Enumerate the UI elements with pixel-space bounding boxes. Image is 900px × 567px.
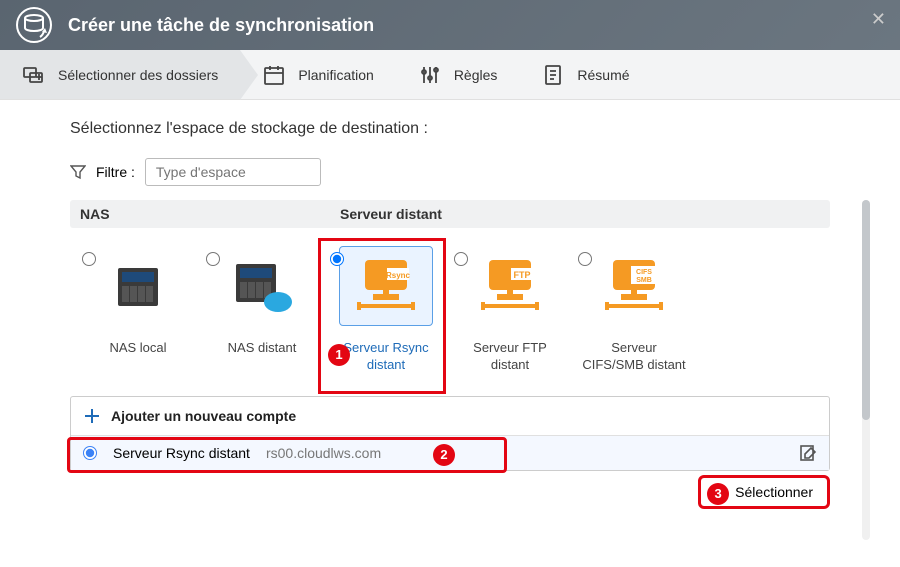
folders-icon xyxy=(22,63,46,87)
vertical-scrollbar[interactable] xyxy=(862,200,870,540)
plus-icon xyxy=(83,407,101,425)
filter-label: Filtre : xyxy=(96,164,135,180)
option-cifs[interactable]: CIFS SMB Serveur CIFS/SMB distant xyxy=(572,246,696,374)
page-subtitle: Sélectionnez l'espace de stockage de des… xyxy=(70,120,830,138)
radio-cifs[interactable] xyxy=(578,252,592,266)
scrollbar-thumb[interactable] xyxy=(862,200,870,420)
option-nas-remote[interactable]: NAS distant xyxy=(200,246,324,374)
sync-app-icon xyxy=(16,7,52,43)
option-nas-local-label: NAS local xyxy=(109,340,166,357)
window-title: Créer une tâche de synchronisation xyxy=(68,15,374,36)
step-rules-label: Règles xyxy=(454,67,498,83)
account-box: Ajouter un nouveau compte Serveur Rsync … xyxy=(70,396,830,471)
account-type: Serveur Rsync distant xyxy=(113,445,250,461)
callout-badge-1: 1 xyxy=(328,344,350,366)
document-icon xyxy=(541,63,565,87)
ftp-server-icon: FTP xyxy=(477,254,543,318)
account-address: rs00.cloudlws.com xyxy=(266,445,381,461)
add-account-button[interactable]: Ajouter un nouveau compte xyxy=(71,397,829,436)
option-nas-local[interactable]: NAS local xyxy=(76,246,200,374)
add-account-label: Ajouter un nouveau compte xyxy=(111,408,296,424)
option-ftp-label: Serveur FTP distant xyxy=(455,340,565,374)
option-nas-remote-label: NAS distant xyxy=(228,340,297,357)
nas-local-icon xyxy=(110,258,166,314)
option-cifs-label: Serveur CIFS/SMB distant xyxy=(579,340,689,374)
step-rules[interactable]: Règles xyxy=(396,50,520,99)
group-nas-label: NAS xyxy=(80,206,340,222)
titlebar: Créer une tâche de synchronisation ✕ xyxy=(0,0,900,50)
svg-text:Rsync: Rsync xyxy=(386,271,411,280)
filter-input[interactable] xyxy=(145,158,321,186)
svg-text:CIFS: CIFS xyxy=(636,269,652,276)
rsync-server-icon: Rsync xyxy=(353,254,419,318)
callout-badge-2: 2 xyxy=(433,444,455,466)
destination-options: NAS local NAS distant R xyxy=(70,228,830,384)
radio-nas-remote[interactable] xyxy=(206,252,220,266)
svg-text:SMB: SMB xyxy=(636,277,652,284)
content-area: Sélectionnez l'espace de stockage de des… xyxy=(0,100,900,491)
callout-badge-3: 3 xyxy=(707,483,729,505)
sliders-icon xyxy=(418,63,442,87)
select-button-label: Sélectionner xyxy=(735,484,813,500)
filter-row: Filtre : xyxy=(70,158,830,186)
svg-text:FTP: FTP xyxy=(514,270,531,280)
option-rsync[interactable]: Rsync Serveur Rsync distant 1 xyxy=(324,246,448,374)
step-summary-label: Résumé xyxy=(577,67,629,83)
edit-icon[interactable] xyxy=(799,444,817,462)
close-icon[interactable]: ✕ xyxy=(871,10,886,28)
radio-ftp[interactable] xyxy=(454,252,468,266)
radio-rsync[interactable] xyxy=(330,252,344,266)
radio-nas-local[interactable] xyxy=(82,252,96,266)
step-schedule[interactable]: Planification xyxy=(240,50,396,99)
calendar-icon xyxy=(262,63,286,87)
cifs-server-icon: CIFS SMB xyxy=(601,254,667,318)
step-summary[interactable]: Résumé xyxy=(519,50,651,99)
step-schedule-label: Planification xyxy=(298,67,374,83)
group-headers: NAS Serveur distant xyxy=(70,200,830,228)
select-button[interactable]: 3 Sélectionner xyxy=(698,475,830,509)
nas-remote-icon xyxy=(230,256,294,316)
filter-icon xyxy=(70,164,86,180)
wizard-steps: Sélectionner des dossiers Planification … xyxy=(0,50,900,100)
radio-account[interactable] xyxy=(83,446,97,460)
step-folders-label: Sélectionner des dossiers xyxy=(58,67,218,83)
option-ftp[interactable]: FTP Serveur FTP distant xyxy=(448,246,572,374)
group-remote-label: Serveur distant xyxy=(340,206,820,222)
step-folders[interactable]: Sélectionner des dossiers xyxy=(0,50,240,99)
